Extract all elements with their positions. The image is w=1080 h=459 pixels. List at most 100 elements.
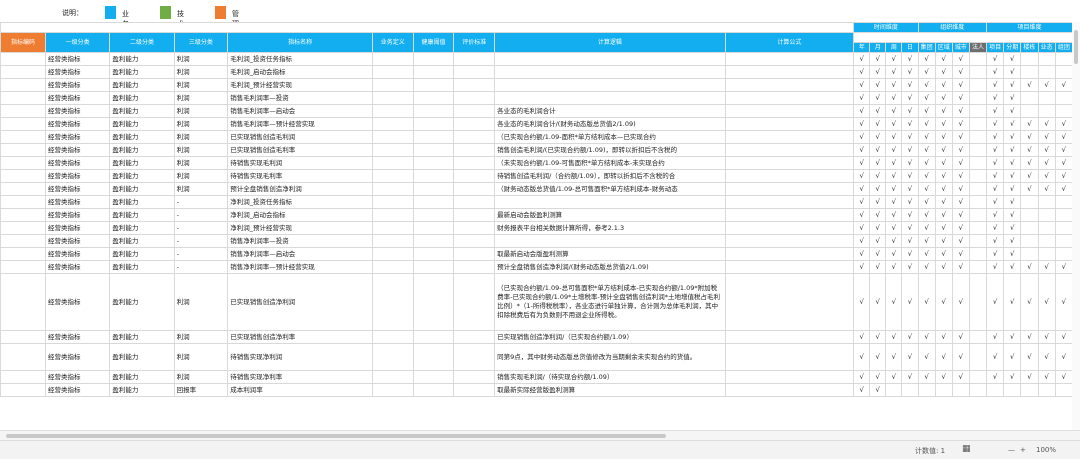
cell-level2[interactable]: 盈利能力 [109, 78, 175, 92]
cell-check[interactable]: √ [934, 117, 953, 131]
cell-formula[interactable] [724, 130, 855, 144]
cell-criteria[interactable] [453, 78, 496, 92]
spreadsheet-grid[interactable]: 时间维度 组织维度 项目维度 指标编码 一级分类 二级分类 三级分类 指标名称 … [0, 22, 1080, 430]
cell-check[interactable]: √ [917, 130, 936, 144]
cell-check[interactable]: √ [1037, 273, 1056, 331]
zoom-level[interactable]: 100% [1036, 446, 1056, 454]
cell-check[interactable]: √ [901, 208, 919, 222]
cell-check[interactable] [968, 91, 988, 105]
cell-check[interactable]: √ [934, 104, 953, 118]
cell-check[interactable]: √ [1037, 156, 1056, 170]
cell-check[interactable]: √ [901, 221, 919, 235]
cell-check[interactable]: √ [917, 195, 936, 209]
cell-check[interactable]: √ [869, 117, 887, 131]
cell-check[interactable]: √ [917, 65, 936, 79]
cell-criteria[interactable] [453, 234, 496, 248]
cell-check[interactable] [968, 343, 988, 371]
cell-check[interactable]: √ [853, 104, 871, 118]
cell-name[interactable]: 预计全盘销售创造净利润 [227, 182, 373, 196]
cell-level3[interactable]: 利润 [173, 104, 229, 118]
cell-check[interactable]: √ [853, 273, 871, 331]
cell-code[interactable] [0, 65, 47, 79]
cell-check[interactable] [917, 383, 936, 397]
cell-check[interactable]: √ [1037, 169, 1056, 183]
cell-check[interactable]: √ [951, 117, 970, 131]
cell-check[interactable] [968, 52, 988, 66]
cell-check[interactable]: √ [853, 260, 871, 274]
cell-level3[interactable]: - [173, 195, 229, 209]
cell-check[interactable]: √ [853, 221, 871, 235]
cell-level1[interactable]: 经营类指标 [45, 156, 111, 170]
cell-logic[interactable]: 取最新启动会版盈利测算 [494, 247, 726, 261]
cell-check[interactable]: √ [869, 195, 887, 209]
cell-check[interactable]: √ [885, 195, 903, 209]
cell-check[interactable]: √ [1020, 273, 1039, 331]
cell-level1[interactable]: 经营类指标 [45, 169, 111, 183]
cell-check[interactable]: √ [986, 195, 1005, 209]
cell-level2[interactable]: 盈利能力 [109, 343, 175, 371]
cell-formula[interactable] [724, 52, 855, 66]
cell-check[interactable]: √ [1003, 234, 1022, 248]
cell-check[interactable] [968, 143, 988, 157]
cell-check[interactable]: √ [901, 343, 919, 371]
cell-name[interactable]: 成本利润率 [227, 383, 373, 397]
cell-check[interactable]: √ [1003, 247, 1022, 261]
cell-check[interactable]: √ [1003, 343, 1022, 371]
cell-check[interactable]: √ [951, 130, 970, 144]
cell-check[interactable] [1020, 383, 1039, 397]
cell-check[interactable]: √ [951, 52, 970, 66]
cell-check[interactable]: √ [986, 104, 1005, 118]
cell-check[interactable]: √ [853, 208, 871, 222]
cell-logic[interactable] [494, 52, 726, 66]
cell-check[interactable]: √ [853, 234, 871, 248]
cell-check[interactable]: √ [869, 383, 887, 397]
cell-threshold[interactable] [412, 234, 455, 248]
cell-level2[interactable]: 盈利能力 [109, 117, 175, 131]
cell-level3[interactable]: 利润 [173, 182, 229, 196]
cell-check[interactable] [968, 156, 988, 170]
cell-check[interactable]: √ [934, 208, 953, 222]
cell-check[interactable]: √ [1054, 260, 1074, 274]
cell-check[interactable]: √ [853, 343, 871, 371]
cell-check[interactable] [1054, 195, 1074, 209]
cell-check[interactable]: √ [1020, 182, 1039, 196]
cell-check[interactable]: √ [917, 273, 936, 331]
cell-check[interactable]: √ [869, 260, 887, 274]
cell-check[interactable]: √ [869, 370, 887, 384]
cell-formula[interactable] [724, 143, 855, 157]
cell-check[interactable]: √ [853, 182, 871, 196]
cell-level2[interactable]: 盈利能力 [109, 52, 175, 66]
cell-logic[interactable] [494, 65, 726, 79]
cell-check[interactable] [1037, 104, 1056, 118]
cell-check[interactable] [1054, 247, 1074, 261]
cell-check[interactable]: √ [917, 52, 936, 66]
cell-level2[interactable]: 盈利能力 [109, 104, 175, 118]
cell-check[interactable]: √ [1020, 260, 1039, 274]
cell-check[interactable]: √ [951, 208, 970, 222]
cell-check[interactable]: √ [986, 221, 1005, 235]
cell-level3[interactable]: 利润 [173, 169, 229, 183]
cell-check[interactable] [1037, 383, 1056, 397]
cell-check[interactable] [968, 247, 988, 261]
cell-logic[interactable]: （已实现合约额/1.09-面积*单方结利成本—已实现合约 [494, 130, 726, 144]
cell-level1[interactable]: 经营类指标 [45, 182, 111, 196]
cell-formula[interactable] [724, 117, 855, 131]
cell-name[interactable]: 销售净利润率—启动会 [227, 247, 373, 261]
cell-threshold[interactable] [412, 383, 455, 397]
cell-threshold[interactable] [412, 91, 455, 105]
cell-check[interactable]: √ [869, 91, 887, 105]
cell-threshold[interactable] [412, 117, 455, 131]
cell-check[interactable]: √ [869, 247, 887, 261]
cell-check[interactable]: √ [869, 208, 887, 222]
cell-criteria[interactable] [453, 208, 496, 222]
cell-criteria[interactable] [453, 104, 496, 118]
cell-criteria[interactable] [453, 130, 496, 144]
cell-definition[interactable] [371, 117, 414, 131]
cell-check[interactable]: √ [901, 65, 919, 79]
cell-logic[interactable]: 同第9点，其中财务动态版总货值修改为当期剩余未实现合约的货值。 [494, 343, 726, 371]
cell-check[interactable]: √ [917, 78, 936, 92]
cell-check[interactable] [968, 370, 988, 384]
cell-check[interactable]: √ [885, 343, 903, 371]
cell-check[interactable] [968, 221, 988, 235]
cell-code[interactable] [0, 330, 47, 344]
